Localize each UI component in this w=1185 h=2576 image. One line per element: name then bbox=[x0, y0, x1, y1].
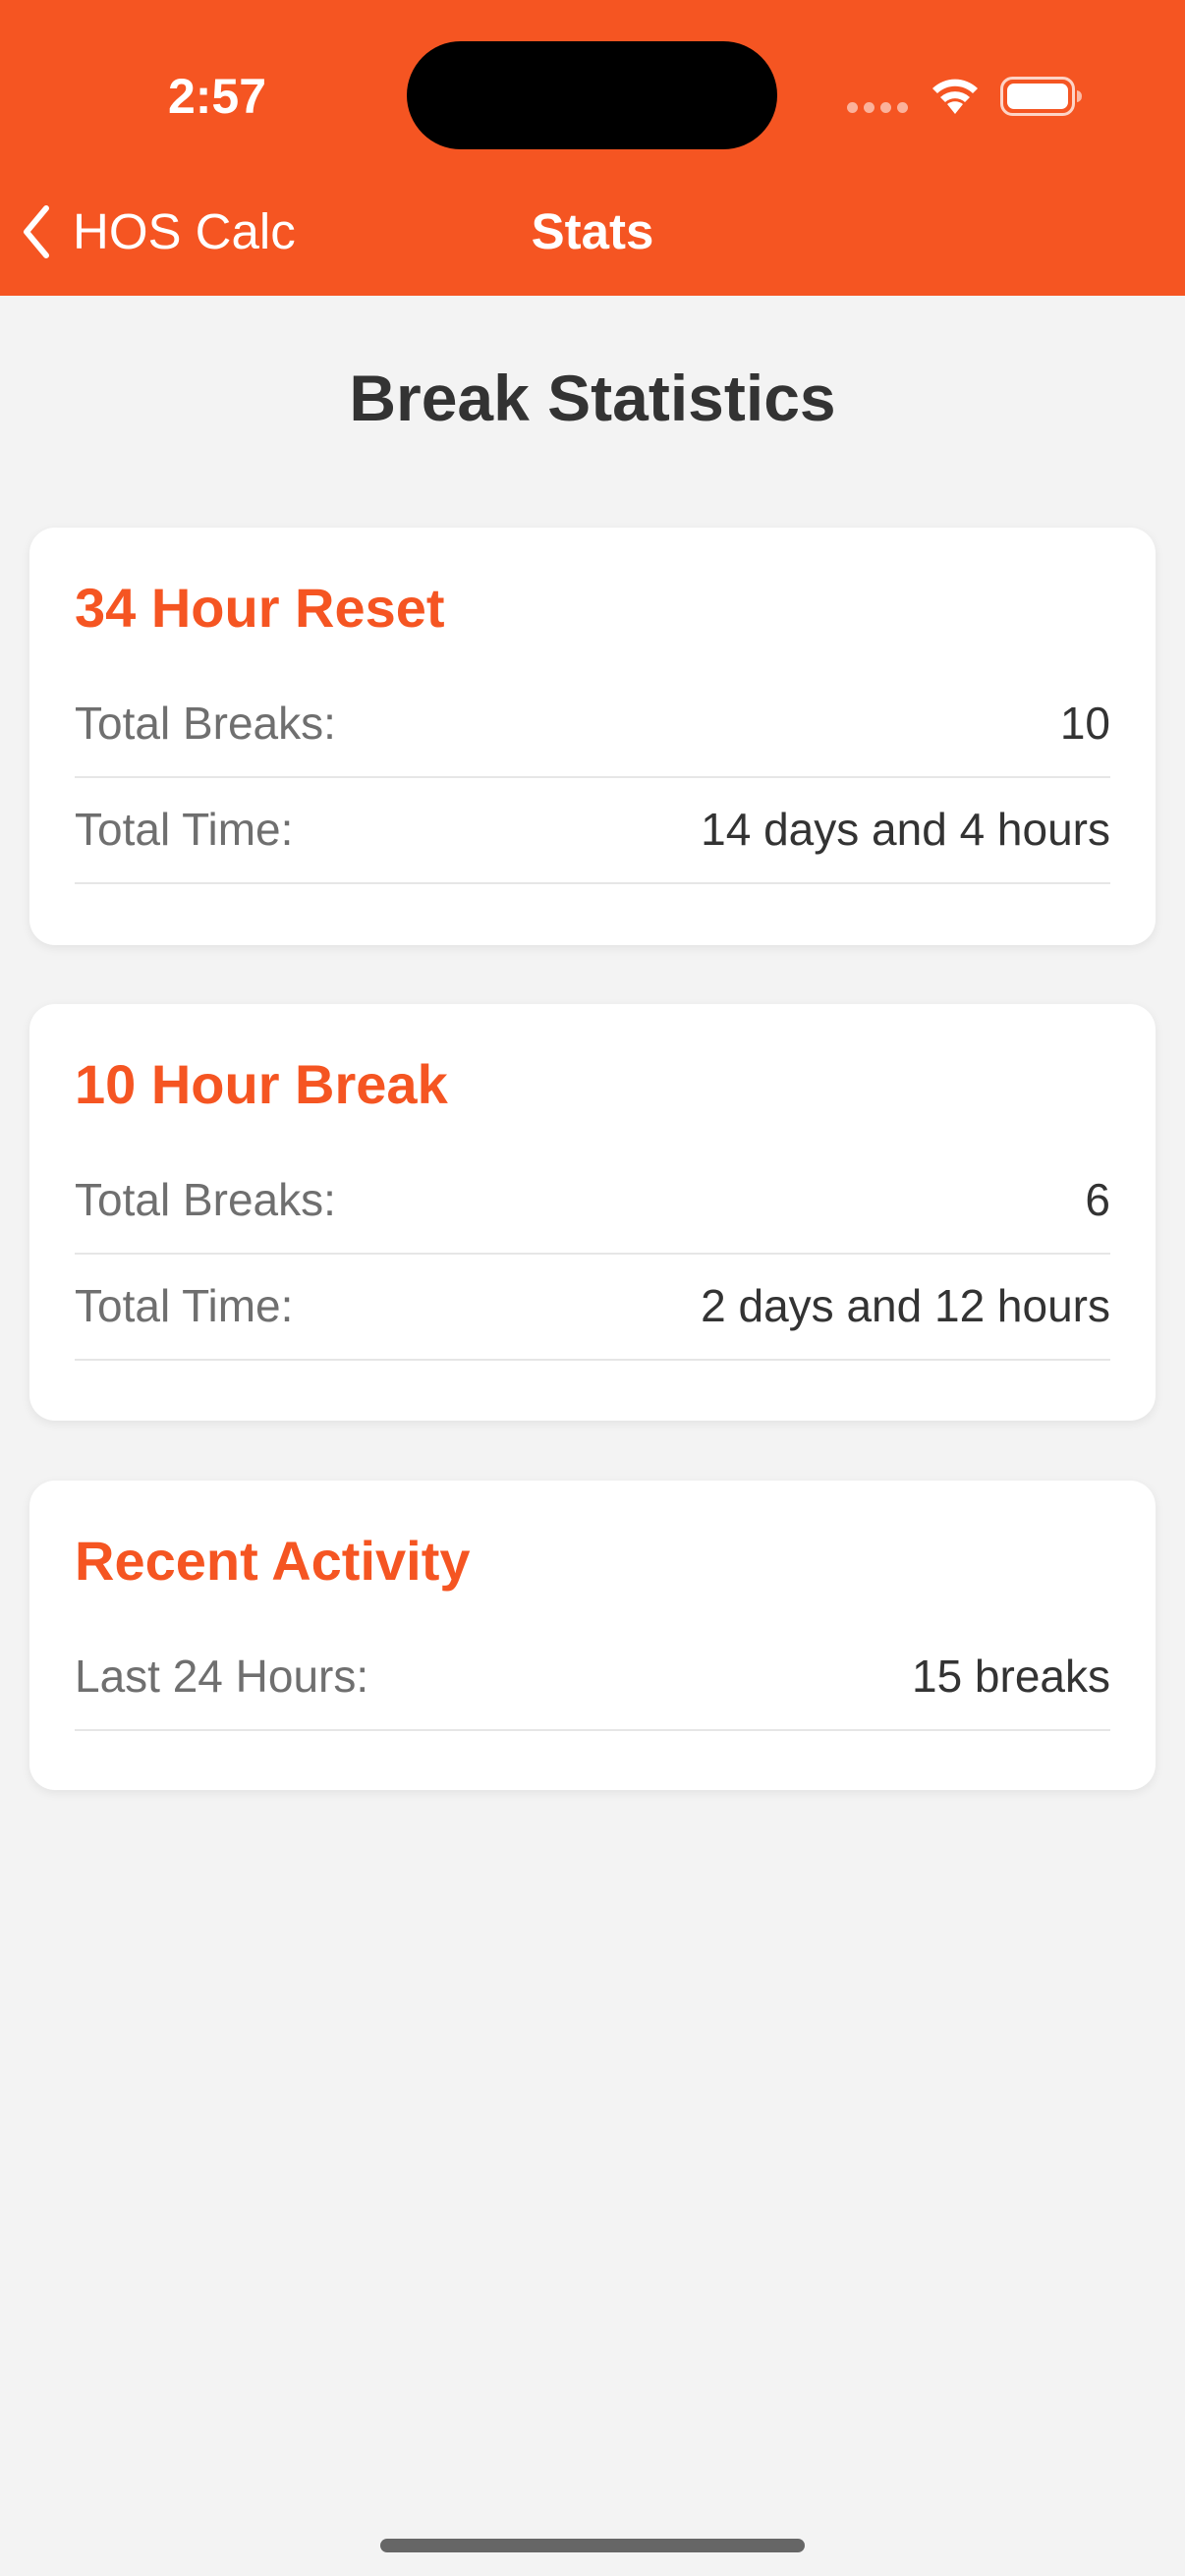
signal-icon bbox=[847, 102, 908, 114]
stat-row: Total Time: 2 days and 12 hours bbox=[75, 1253, 1110, 1361]
page-title: Break Statistics bbox=[349, 362, 836, 434]
header: 2:57 HOS Calc Stats bbox=[0, 0, 1185, 296]
dynamic-island bbox=[407, 41, 777, 149]
stats-screen: 2:57 HOS Calc Stats Break Statistics 34 … bbox=[0, 0, 1185, 2576]
stat-value: 2 days and 12 hours bbox=[701, 1280, 1110, 1331]
card-title: Recent Activity bbox=[75, 1530, 471, 1592]
battery-icon bbox=[1000, 77, 1082, 116]
stat-label: Total Time: bbox=[75, 804, 294, 855]
stat-label: Total Breaks: bbox=[75, 698, 336, 749]
stat-value: 15 breaks bbox=[911, 1651, 1110, 1702]
stat-row: Last 24 Hours: 15 breaks bbox=[75, 1623, 1110, 1731]
card-34-hour-reset: 34 Hour Reset Total Breaks: 10 Total Time:… bbox=[29, 528, 1156, 945]
stat-value: 10 bbox=[1059, 698, 1110, 749]
card-10-hour-break: 10 Hour Break Total Breaks: 6 Total Time: 2… bbox=[29, 1004, 1156, 1421]
stat-value: 6 bbox=[1085, 1174, 1110, 1225]
stat-row: Total Breaks: 6 bbox=[75, 1147, 1110, 1255]
stat-row: Total Time: 14 days and 4 hours bbox=[75, 776, 1110, 884]
nav-title: Stats bbox=[531, 203, 654, 259]
card-title: 10 Hour Break bbox=[75, 1053, 448, 1115]
card-recent-activity: Recent Activity Last 24 Hours: 15 breaks bbox=[29, 1481, 1156, 1790]
wifi-icon bbox=[932, 79, 978, 114]
back-button[interactable]: HOS Calc bbox=[22, 193, 296, 271]
stat-value: 14 days and 4 hours bbox=[701, 804, 1110, 855]
status-time: 2:57 bbox=[167, 69, 267, 124]
chevron-left-icon bbox=[24, 205, 49, 258]
back-button-label: HOS Calc bbox=[73, 203, 296, 259]
stat-label: Last 24 Hours: bbox=[75, 1651, 369, 1702]
card-title: 34 Hour Reset bbox=[75, 577, 445, 639]
stat-label: Total Time: bbox=[75, 1280, 294, 1331]
home-indicator[interactable] bbox=[380, 2539, 805, 2552]
stat-label: Total Breaks: bbox=[75, 1174, 336, 1225]
stat-row: Total Breaks: 10 bbox=[75, 670, 1110, 778]
